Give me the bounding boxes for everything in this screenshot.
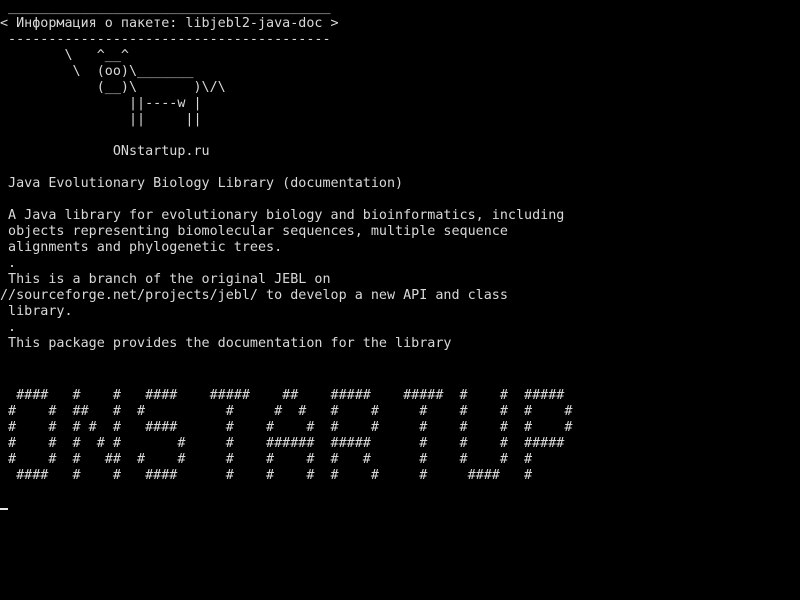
- banner-art-line: #### # # #### # # # # # # #### #: [0, 468, 533, 483]
- cow-art-line: (__)\ )\/\: [0, 80, 226, 95]
- description-line: //sourceforge.net/projects/jebl/ to deve…: [0, 288, 508, 303]
- banner-art-line: # # # # # #### # # # # # # # # # #: [0, 420, 573, 435]
- cow-art-line: ||----w |: [0, 96, 202, 111]
- description-line: library.: [0, 304, 73, 319]
- description-line: .: [0, 320, 17, 335]
- banner-art-line: # # ## # # # # # # # # # # # #: [0, 404, 573, 419]
- cow-art-line: || ||: [0, 112, 202, 127]
- banner-art-line: # # # # # # # ###### ##### # # # #####: [0, 436, 565, 451]
- description-line: A Java library for evolutionary biology …: [0, 208, 565, 223]
- cowsay-bubble-top: ________________________________________: [0, 0, 331, 15]
- cow-art-line: \ ^__^: [0, 48, 129, 63]
- description-line: objects representing biomolecular sequen…: [0, 224, 508, 239]
- text-cursor: [0, 508, 8, 510]
- cowsay-bubble-text: < Информация о пакете: libjebl2-java-doc…: [0, 16, 339, 31]
- description-line: alignments and phylogenetic trees.: [0, 240, 283, 255]
- package-summary: Java Evolutionary Biology Library (docum…: [0, 176, 404, 191]
- banner-art-line: # # # ## # # # # # # # # # # #: [0, 452, 533, 467]
- description-line: This package provides the documentation …: [0, 336, 452, 351]
- cow-art-line: \ (oo)\_______: [0, 64, 194, 79]
- cowsay-bubble-bottom: ----------------------------------------: [0, 32, 331, 47]
- terminal-screen[interactable]: ________________________________________…: [0, 0, 800, 600]
- description-line: .: [0, 256, 17, 271]
- banner-art-line: #### # # #### ##### ## ##### ##### # # #…: [0, 388, 565, 403]
- description-line: This is a branch of the original JEBL on: [0, 272, 331, 287]
- site-credit: ONstartup.ru: [0, 144, 210, 159]
